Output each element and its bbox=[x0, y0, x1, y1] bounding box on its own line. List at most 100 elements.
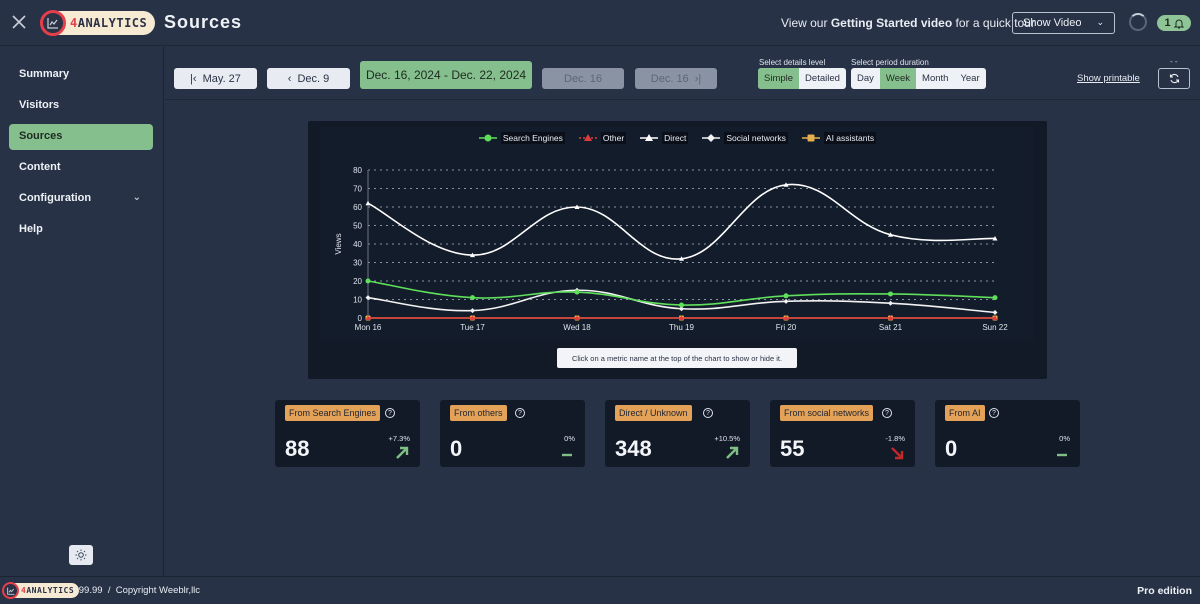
previous-period-button[interactable]: ‹ Dec. 9 bbox=[267, 68, 350, 89]
stat-card: From social networks? 55 -1.8% bbox=[770, 400, 915, 467]
logo-text: ANALYTICS bbox=[77, 16, 148, 30]
stat-change: -1.8% bbox=[885, 434, 905, 443]
sidebar-item-content[interactable]: Content bbox=[9, 155, 153, 181]
stat-card: Direct / Unknown? 348 +10.5% bbox=[605, 400, 750, 467]
refresh-button[interactable] bbox=[1158, 68, 1190, 89]
logo-text: ANALYTICS bbox=[26, 586, 75, 595]
logo-text-prefix: 4 bbox=[70, 16, 78, 30]
help-icon[interactable]: ? bbox=[703, 408, 713, 418]
show-printable-link[interactable]: Show printable bbox=[1077, 73, 1140, 84]
show-video-select[interactable]: Show Video ⌄ bbox=[1012, 12, 1115, 34]
stat-change: 0% bbox=[564, 434, 575, 443]
data-point-search-engines bbox=[992, 295, 998, 301]
sidebar-item-help[interactable]: Help bbox=[9, 217, 153, 243]
last-period-label: Dec. 16 bbox=[650, 72, 689, 85]
help-icon[interactable]: ? bbox=[989, 408, 999, 418]
footer-logo: 4 ANALYTICS bbox=[2, 582, 80, 599]
promo-prefix: View our bbox=[781, 16, 831, 30]
stat-label: Direct / Unknown bbox=[615, 405, 692, 421]
close-icon[interactable] bbox=[10, 13, 28, 31]
first-period-label: May. 27 bbox=[202, 72, 241, 85]
page-title: Sources bbox=[164, 12, 243, 32]
notifications-button[interactable]: 1 bbox=[1157, 15, 1191, 31]
trend-flat-icon bbox=[562, 453, 572, 457]
details-detailed-option[interactable]: Detailed bbox=[799, 68, 846, 89]
help-icon[interactable]: ? bbox=[882, 408, 892, 418]
period-duration-label: Select period duration bbox=[851, 58, 929, 67]
help-icon[interactable]: ? bbox=[515, 408, 525, 418]
sidebar-item-label: Content bbox=[19, 161, 61, 173]
getting-started-promo: View our Getting Started video for a qui… bbox=[781, 16, 1035, 30]
series-line-direct bbox=[367, 183, 996, 260]
show-video-label: Show Video bbox=[1023, 17, 1082, 29]
period-duration-switch: Day Week Month Year bbox=[851, 68, 986, 89]
stat-value: 348 bbox=[615, 436, 652, 461]
stat-card: From others? 0 0% bbox=[440, 400, 585, 467]
y-tick-label: 50 bbox=[353, 222, 362, 231]
chevron-left-icon: ‹ bbox=[287, 72, 292, 85]
sidebar-item-configuration[interactable]: Configuration ⌄ bbox=[9, 186, 153, 212]
period-day-option[interactable]: Day bbox=[851, 68, 880, 89]
trend-up-icon bbox=[726, 446, 739, 459]
next-period-button[interactable]: Dec. 16 bbox=[542, 68, 624, 89]
data-point-social-networks bbox=[888, 300, 893, 306]
y-tick-label: 20 bbox=[353, 277, 362, 286]
data-point-search-engines bbox=[470, 295, 475, 301]
trend-up-icon bbox=[396, 446, 409, 459]
separator: / bbox=[107, 585, 111, 596]
data-point-direct bbox=[365, 200, 371, 206]
stat-value: 0 bbox=[945, 436, 958, 461]
data-point-social-networks bbox=[992, 309, 998, 315]
chevron-down-icon: ⌄ bbox=[132, 192, 141, 203]
period-year-option[interactable]: Year bbox=[954, 68, 985, 89]
stat-label: From others bbox=[450, 405, 507, 421]
trend-down-icon bbox=[891, 447, 904, 460]
skip-last-icon: ›| bbox=[694, 72, 702, 85]
version: v99.99 bbox=[74, 585, 103, 596]
first-period-button[interactable]: |‹ May. 27 bbox=[174, 68, 257, 89]
stat-change: +10.5% bbox=[714, 434, 740, 443]
period-week-option[interactable]: Week bbox=[879, 68, 917, 89]
stat-value: 0 bbox=[450, 436, 463, 461]
stat-card: From AI? 0 0% bbox=[935, 400, 1080, 467]
y-tick-label: 0 bbox=[358, 314, 363, 323]
refresh-status: - - bbox=[1170, 57, 1178, 66]
details-level-label: Select details level bbox=[759, 58, 826, 67]
notification-count: 1 bbox=[1164, 17, 1171, 29]
data-point-search-engines bbox=[365, 278, 371, 284]
sidebar-item-label: Configuration bbox=[19, 192, 92, 204]
y-tick-label: 80 bbox=[353, 166, 362, 175]
x-tick-label: Sat 21 bbox=[879, 323, 903, 332]
x-tick-label: Thu 19 bbox=[669, 323, 694, 332]
sidebar-item-label: Summary bbox=[19, 68, 70, 80]
chevron-down-icon: ⌄ bbox=[1096, 17, 1104, 27]
data-point-social-networks bbox=[783, 298, 789, 304]
stat-value: 55 bbox=[780, 436, 805, 461]
period-month-option[interactable]: Month bbox=[916, 68, 954, 89]
stat-label: From Search Engines bbox=[285, 405, 381, 421]
current-period-button[interactable]: Dec. 16, 2024 - Dec. 22, 2024 bbox=[360, 61, 532, 89]
stat-label: From social networks bbox=[780, 405, 874, 421]
details-simple-option[interactable]: Simple bbox=[758, 68, 800, 89]
app-logo: 4 ANALYTICS bbox=[40, 10, 156, 36]
y-axis-title: Views bbox=[334, 233, 343, 254]
details-level-switch: Simple Detailed bbox=[758, 68, 846, 89]
sidebar-item-summary[interactable]: Summary bbox=[9, 62, 153, 88]
loading-spinner-icon bbox=[1129, 13, 1147, 31]
edition-label: Pro edition bbox=[1137, 585, 1192, 597]
chart-logo-icon bbox=[40, 10, 66, 36]
series-line-search-engines bbox=[367, 280, 996, 306]
last-period-button[interactable]: Dec. 16 ›| bbox=[635, 68, 717, 89]
sidebar-item-sources[interactable]: Sources bbox=[9, 124, 153, 150]
trend-flat-icon bbox=[1057, 453, 1067, 457]
help-icon[interactable]: ? bbox=[385, 408, 395, 418]
theme-toggle-button[interactable] bbox=[69, 545, 93, 565]
next-period-label: Dec. 16 bbox=[564, 72, 602, 85]
sidebar-item-label: Visitors bbox=[19, 99, 60, 111]
sidebar-item-visitors[interactable]: Visitors bbox=[9, 93, 153, 119]
stat-change: 0% bbox=[1059, 434, 1070, 443]
line-chart: 0 10 20 30 40 50 60 70 80 Views Mon 16 Tue 17 Wed 18… bbox=[334, 166, 1008, 332]
x-tick-label: Tue 17 bbox=[460, 323, 485, 332]
y-tick-label: 30 bbox=[353, 259, 362, 268]
previous-period-label: Dec. 9 bbox=[297, 72, 330, 85]
